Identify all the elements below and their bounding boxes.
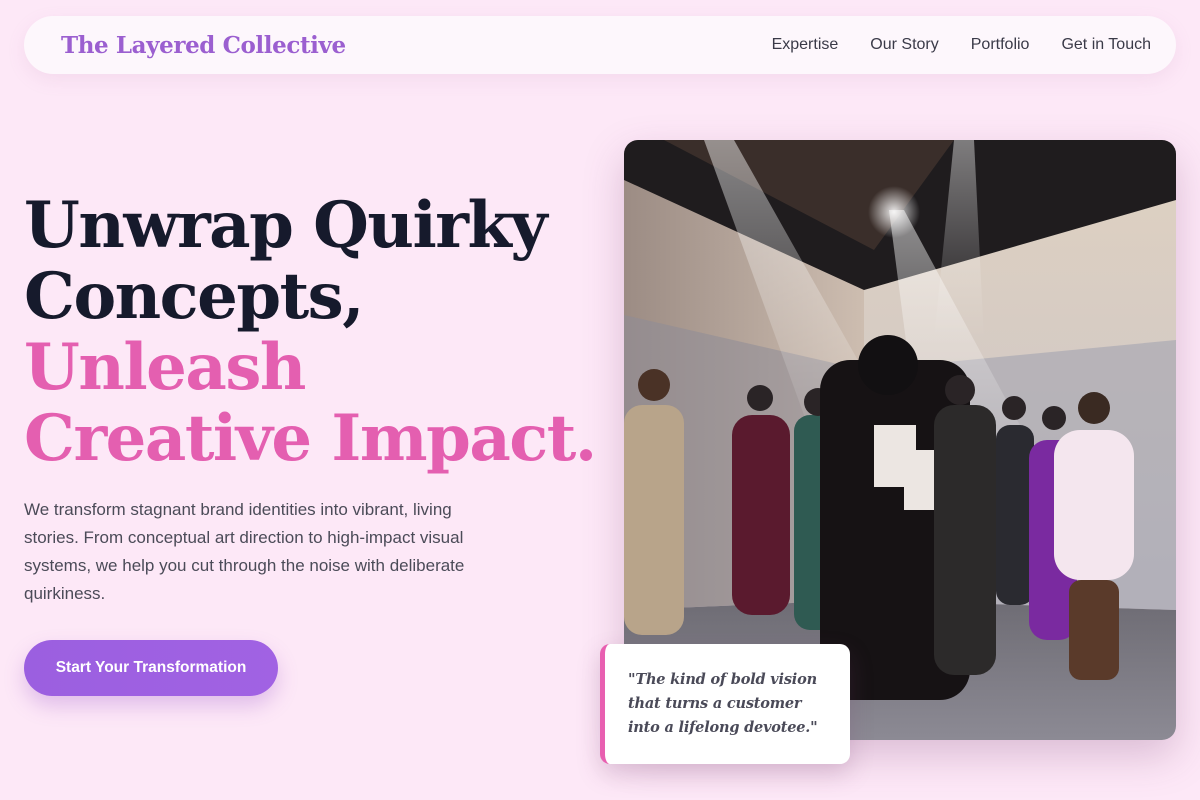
testimonial-quote-text: "The kind of bold vision that turns a cu…	[628, 671, 818, 736]
headline-line-1: Unwrap Quirky	[24, 188, 548, 263]
nav-link-get-in-touch[interactable]: Get in Touch	[1061, 36, 1151, 54]
headline-accent-line-1: Unleash	[24, 330, 306, 405]
top-navigation: The Layered Collective Expertise Our Sto…	[24, 16, 1176, 74]
testimonial-quote-card: "The kind of bold vision that turns a cu…	[600, 644, 850, 764]
hero-headline: Unwrap Quirky Concepts, Unleash Creative…	[24, 190, 604, 474]
start-transformation-button[interactable]: Start Your Transformation	[24, 640, 278, 696]
headline-accent-line-2: Creative Impact.	[24, 401, 597, 476]
nav-link-portfolio[interactable]: Portfolio	[971, 36, 1030, 54]
nav-links: Expertise Our Story Portfolio Get in Tou…	[772, 36, 1151, 54]
brand-logo[interactable]: The Layered Collective	[61, 32, 346, 59]
hero-description: We transform stagnant brand identities i…	[24, 500, 465, 603]
headline-line-2: Concepts,	[24, 259, 364, 334]
nav-link-our-story[interactable]: Our Story	[870, 36, 938, 54]
nav-link-expertise[interactable]: Expertise	[772, 36, 839, 54]
